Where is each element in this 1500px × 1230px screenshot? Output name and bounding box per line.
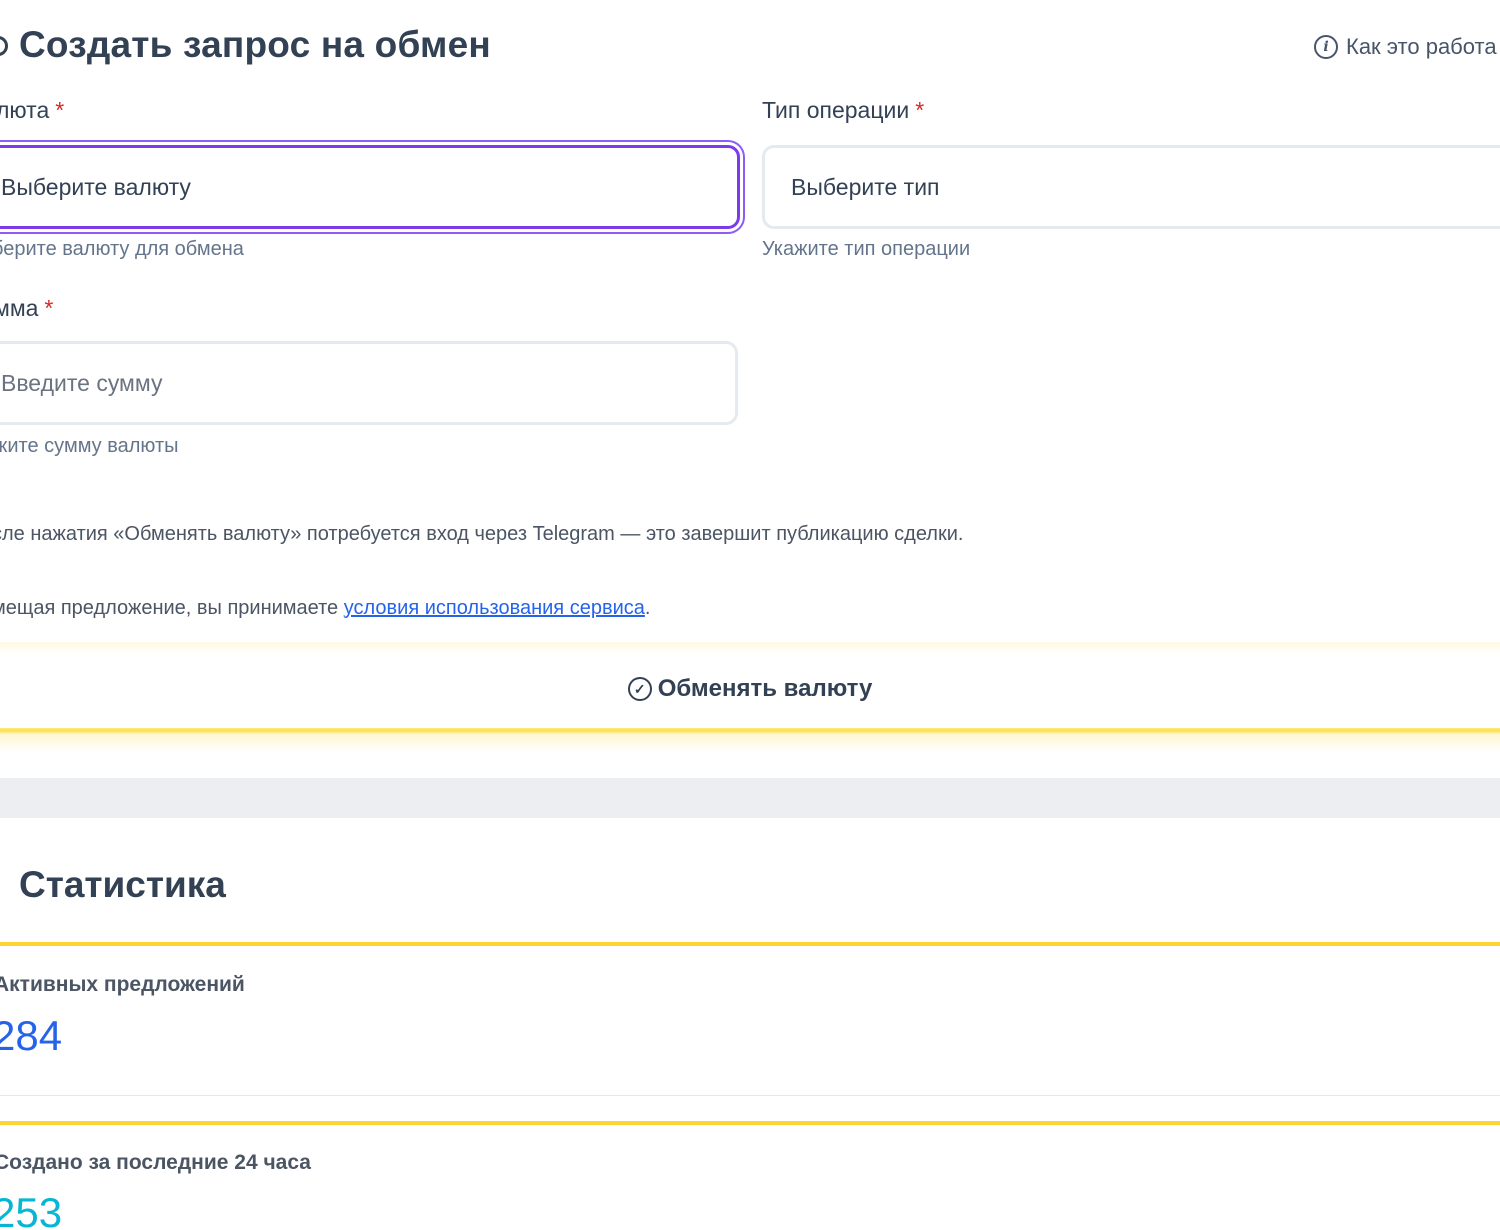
operation-type-select[interactable]: Выберите тип bbox=[762, 145, 1500, 229]
required-mark: * bbox=[44, 295, 54, 321]
exchange-currency-label: Обменять валюту bbox=[657, 675, 873, 702]
terms-suffix: . bbox=[644, 597, 651, 619]
exchange-icon bbox=[0, 36, 8, 56]
amount-input-placeholder: Введите сумму bbox=[1, 369, 163, 396]
exchange-request-page: Создать запрос на обмен i Как это работа… bbox=[0, 0, 1500, 1230]
amount-label-text: мма bbox=[0, 295, 39, 321]
how-it-works-link[interactable]: i Как это работа bbox=[1314, 34, 1497, 60]
submit-area: ✓ Обменять валюту bbox=[0, 642, 1500, 752]
currency-label-text: люта bbox=[0, 97, 50, 123]
page-title: Создать запрос на обмен bbox=[19, 24, 491, 65]
operation-type-helper: Укажите тип операции bbox=[762, 238, 971, 260]
stat-separator bbox=[0, 1095, 1500, 1096]
stat-card-last-24h: Создано за последние 24 часа 253 bbox=[0, 1121, 1500, 1230]
stat-label: Активных предложений bbox=[0, 973, 245, 996]
stat-value: 253 bbox=[0, 1189, 63, 1230]
stat-card-accent bbox=[0, 1121, 1500, 1125]
stat-card-accent bbox=[0, 942, 1500, 946]
exchange-currency-button[interactable]: ✓ Обменять валюту bbox=[0, 650, 1500, 728]
currency-helper: берите валюту для обмена bbox=[0, 238, 244, 260]
amount-label: мма * bbox=[0, 295, 53, 322]
amount-input[interactable]: Введите сумму bbox=[0, 341, 738, 425]
currency-select[interactable]: Выберите валюту bbox=[0, 145, 740, 229]
stat-card-active: Активных предложений 284 bbox=[0, 942, 1500, 1097]
operation-type-label-text: Тип операции bbox=[762, 97, 910, 123]
check-circle-icon: ✓ bbox=[627, 677, 652, 701]
stat-value: 284 bbox=[0, 1012, 63, 1059]
operation-type-select-value: Выберите тип bbox=[791, 173, 940, 200]
currency-select-value: Выберите валюту bbox=[1, 173, 191, 200]
amount-helper: жите сумму валюты bbox=[0, 435, 179, 457]
terms-prefix: мещая предложение, вы принимаете bbox=[0, 597, 344, 619]
terms-notice: мещая предложение, вы принимаете условия… bbox=[0, 597, 650, 620]
section-divider bbox=[0, 778, 1500, 818]
operation-type-label: Тип операции * bbox=[762, 97, 924, 124]
stat-label: Создано за последние 24 часа bbox=[0, 1151, 311, 1174]
required-mark: * bbox=[915, 97, 925, 123]
currency-label: люта * bbox=[0, 97, 64, 124]
stats-title: Статистика bbox=[19, 864, 226, 905]
telegram-notice: сле нажатия «Обменять валюту» потребуетс… bbox=[0, 523, 964, 545]
how-it-works-label: Как это работа bbox=[1346, 34, 1497, 59]
terms-link[interactable]: условия использования сервиса bbox=[344, 597, 645, 619]
info-icon: i bbox=[1314, 35, 1338, 59]
required-mark: * bbox=[55, 97, 65, 123]
